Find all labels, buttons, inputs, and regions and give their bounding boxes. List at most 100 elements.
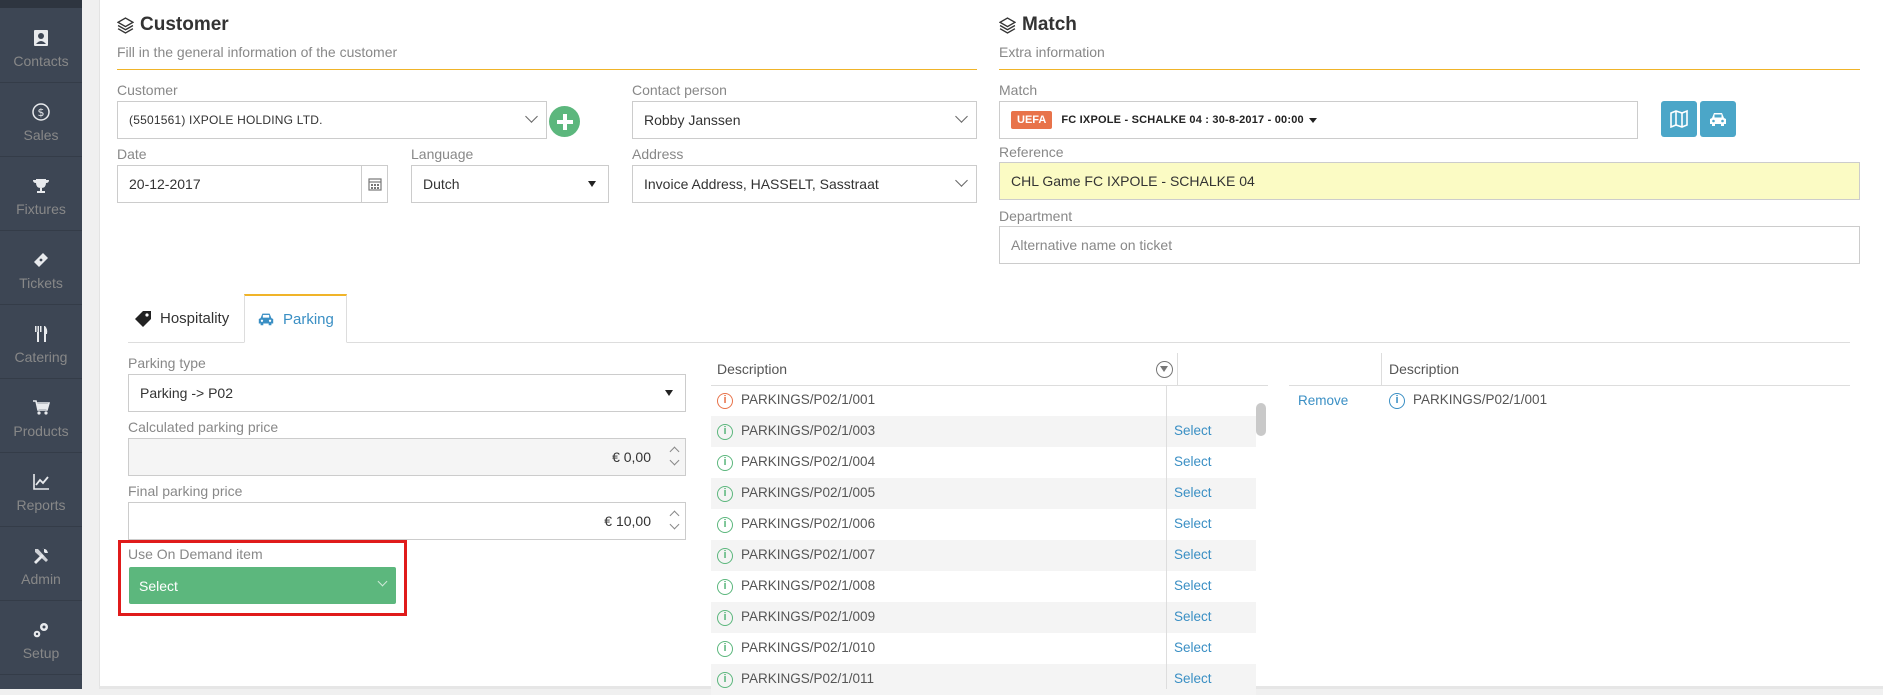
- sidebar-item-label: Products: [13, 423, 69, 439]
- final-price-value: € 10,00: [604, 513, 651, 529]
- sidebar-item-label: Admin: [21, 571, 61, 587]
- sidebar-item-fixtures[interactable]: Fixtures: [0, 157, 82, 231]
- sidebar-item-label: Catering: [14, 349, 68, 365]
- match-value: FC IXPOLE - SCHALKE 04 : 30-8-2017 - 00:…: [1061, 114, 1304, 126]
- row-description: PARKINGS/P02/1/003: [741, 423, 876, 438]
- select-link[interactable]: Select: [1174, 671, 1212, 686]
- ondemand-label: Use On Demand item: [128, 546, 263, 562]
- contacts-icon: [0, 29, 82, 51]
- stepper-icon[interactable]: [665, 503, 685, 539]
- ondemand-select[interactable]: Select: [129, 567, 396, 604]
- tab-parking[interactable]: Parking: [244, 294, 347, 343]
- info-icon: i: [717, 455, 733, 471]
- contact-person-value: Robby Janssen: [644, 112, 741, 128]
- table-row: i PARKINGS/P02/1/011 Select: [711, 664, 1256, 695]
- select-link[interactable]: Select: [1174, 640, 1212, 655]
- table-row: i PARKINGS/P02/1/006 Select: [711, 509, 1256, 540]
- sidebar-item-label: Contacts: [13, 53, 69, 69]
- parking-type-value: Parking -> P02: [140, 385, 233, 401]
- tab-hospitality-label: Hospitality: [160, 310, 230, 327]
- info-icon: i: [717, 672, 733, 688]
- calculated-price-value: € 0,00: [612, 449, 651, 465]
- select-link[interactable]: Select: [1174, 423, 1212, 438]
- match-section-subtitle: Extra information: [999, 44, 1105, 60]
- row-description: PARKINGS/P02/1/007: [741, 547, 876, 562]
- caret-down-icon: [1308, 117, 1317, 123]
- dollar-icon: $: [0, 103, 82, 125]
- language-select[interactable]: Dutch: [411, 165, 609, 203]
- reference-value: CHL Game FC IXPOLE - SCHALKE 04: [1011, 173, 1255, 189]
- car-icon: [258, 313, 274, 326]
- row-description: PARKINGS/P02/1/001: [741, 392, 876, 407]
- info-icon: i: [717, 548, 733, 564]
- select-link[interactable]: Select: [1174, 578, 1212, 593]
- row-description: PARKINGS/P02/1/010: [741, 640, 876, 655]
- remove-link[interactable]: Remove: [1298, 393, 1348, 408]
- available-grid-column-divider: [1166, 385, 1167, 689]
- caret-down-icon: [665, 390, 673, 396]
- row-description: PARKINGS/P02/1/011: [741, 671, 875, 686]
- cutlery-icon: [0, 325, 82, 347]
- customer-section-divider: [117, 69, 977, 70]
- tools-icon: [0, 547, 82, 569]
- reference-label: Reference: [999, 144, 1064, 160]
- select-link[interactable]: Select: [1174, 485, 1212, 500]
- cart-icon: [0, 399, 82, 421]
- match-title-text: Match: [1022, 14, 1077, 35]
- table-row: i PARKINGS/P02/1/005 Select: [711, 478, 1256, 509]
- table-row: i PARKINGS/P02/1/001: [711, 385, 1256, 416]
- sidebar-item-catering[interactable]: Catering: [0, 305, 82, 379]
- sidebar-item-products[interactable]: Products: [0, 379, 82, 453]
- sidebar-item-setup[interactable]: Setup: [0, 601, 82, 675]
- select-link[interactable]: Select: [1174, 609, 1212, 624]
- sidebar-item-sales[interactable]: $ Sales: [0, 83, 82, 157]
- select-link[interactable]: Select: [1174, 547, 1212, 562]
- address-label: Address: [632, 146, 684, 162]
- customer-select[interactable]: (5501561) IXPOLE HOLDING LTD.: [117, 101, 547, 139]
- selected-grid-header: Description: [1389, 361, 1460, 377]
- address-select[interactable]: Invoice Address, HASSELT, Sasstraat: [632, 165, 977, 203]
- stepper-icon[interactable]: [665, 439, 685, 475]
- contact-person-select[interactable]: Robby Janssen: [632, 101, 977, 139]
- filter-icon[interactable]: [1156, 361, 1173, 378]
- date-input[interactable]: 20-12-2017: [117, 165, 388, 203]
- sidebar-item-reports[interactable]: Reports: [0, 453, 82, 527]
- sidebar-item-contacts[interactable]: Contacts: [0, 9, 82, 83]
- row-description: PARKINGS/P02/1/004: [741, 454, 876, 469]
- language-value: Dutch: [423, 176, 460, 192]
- row-description: PARKINGS/P02/1/006: [741, 516, 876, 531]
- tag-icon: [135, 310, 151, 327]
- reference-input[interactable]: CHL Game FC IXPOLE - SCHALKE 04: [999, 162, 1860, 200]
- calculated-price-label: Calculated parking price: [128, 419, 279, 435]
- customer-section-subtitle: Fill in the general information of the c…: [117, 44, 398, 60]
- info-icon: i: [717, 517, 733, 533]
- calculated-price-input[interactable]: € 0,00: [128, 438, 686, 476]
- table-row: i PARKINGS/P02/1/008 Select: [711, 571, 1256, 602]
- tabs-divider: [128, 342, 1850, 343]
- match-select[interactable]: UEFA FC IXPOLE - SCHALKE 04 : 30-8-2017 …: [999, 101, 1638, 139]
- sidebar-top: [0, 0, 82, 8]
- tab-hospitality[interactable]: Hospitality: [122, 294, 241, 343]
- customer-label: Customer: [117, 82, 178, 98]
- contact-person-label: Contact person: [632, 82, 727, 98]
- parking-type-select[interactable]: Parking -> P02: [128, 374, 686, 412]
- car-button[interactable]: [1700, 101, 1736, 137]
- layers-icon: [117, 16, 134, 34]
- select-link[interactable]: Select: [1174, 454, 1212, 469]
- add-customer-button[interactable]: [549, 106, 580, 137]
- info-icon: i: [717, 486, 733, 502]
- sidebar-item-label: Reports: [16, 497, 66, 513]
- date-label: Date: [117, 146, 147, 162]
- final-price-input[interactable]: € 10,00: [128, 502, 686, 540]
- info-icon: i: [1389, 393, 1405, 409]
- calendar-icon[interactable]: [361, 166, 387, 202]
- layers-icon: [999, 16, 1016, 34]
- sidebar-item-tickets[interactable]: Tickets: [0, 231, 82, 305]
- selected-grid-header-line: [1289, 385, 1850, 386]
- map-button[interactable]: [1661, 101, 1697, 137]
- sidebar-item-admin[interactable]: Admin: [0, 527, 82, 601]
- row-description: PARKINGS/P02/1/008: [741, 578, 876, 593]
- select-link[interactable]: Select: [1174, 516, 1212, 531]
- department-input[interactable]: Alternative name on ticket: [999, 226, 1860, 264]
- scrollbar-thumb[interactable]: [1256, 403, 1266, 436]
